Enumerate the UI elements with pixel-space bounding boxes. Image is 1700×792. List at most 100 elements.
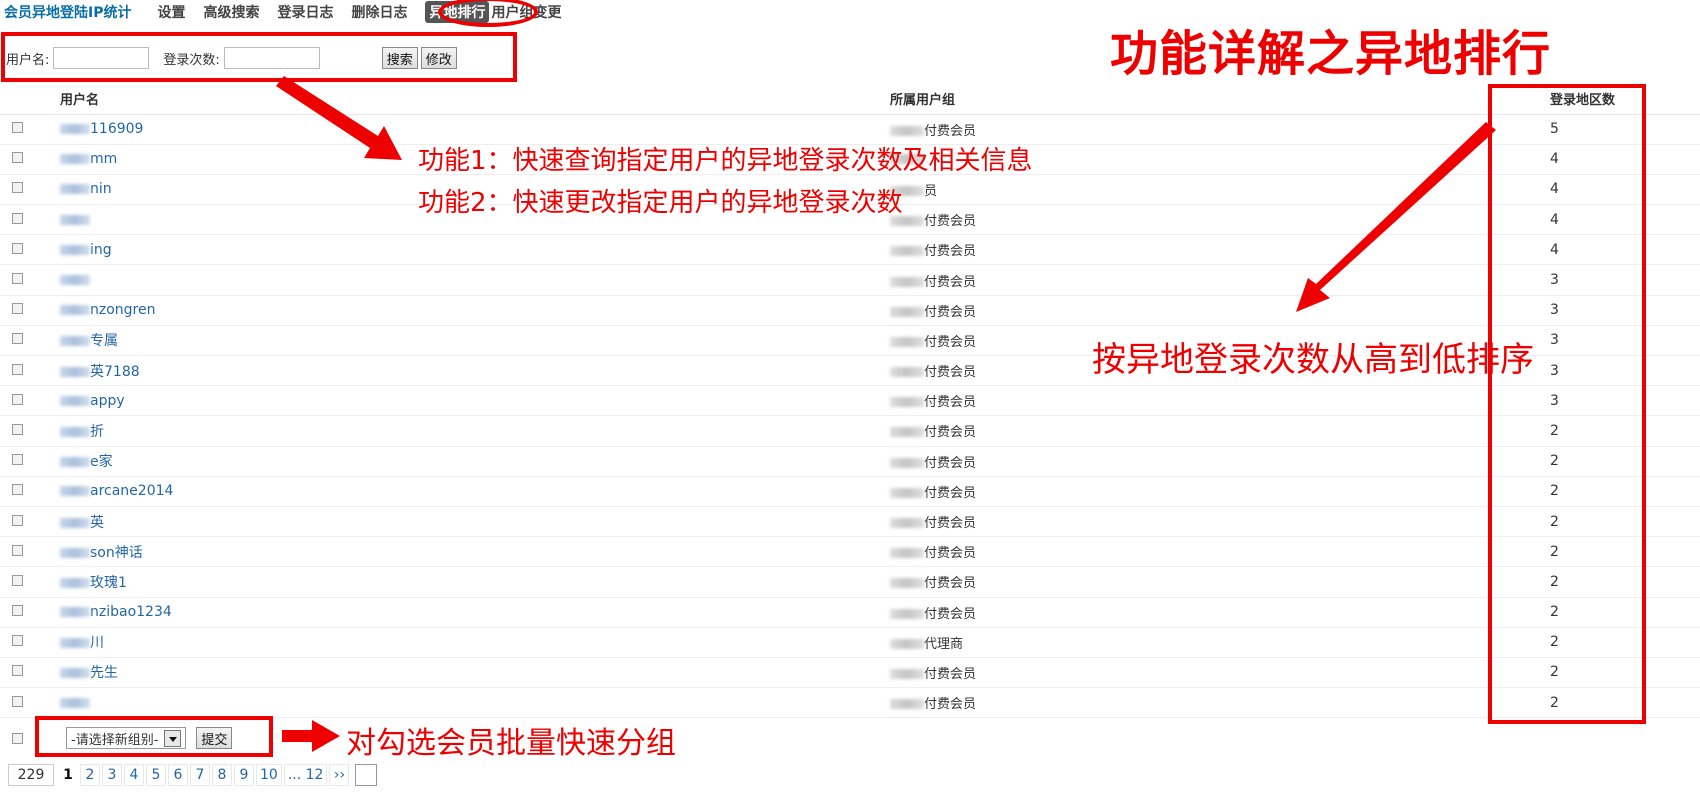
table-row: 川 代理商 2 (0, 627, 1700, 658)
username-link[interactable]: 川 (90, 635, 104, 651)
app-title[interactable]: 会员异地登陆IP统计 (4, 2, 131, 22)
username-link[interactable]: arcane2014 (90, 483, 173, 499)
username-link[interactable]: appy (90, 393, 125, 409)
row-checkbox[interactable] (12, 695, 23, 707)
username-link[interactable]: nin (90, 181, 112, 197)
user-group: 付费会员 (924, 274, 977, 290)
user-group: 付费会员 (924, 304, 977, 320)
new-group-select-value: -请选择新组别- (71, 732, 159, 748)
redacted-group-blur (890, 608, 924, 619)
search-button[interactable]: 搜索 (381, 47, 418, 69)
redacted-username-blur (60, 395, 90, 406)
username-link[interactable]: 英7188 (90, 364, 140, 380)
region-count: 2 (1520, 566, 1700, 598)
username-link[interactable]: 英 (90, 515, 104, 531)
table-row: 折 付费会员 2 (0, 415, 1700, 447)
username-input[interactable] (53, 47, 150, 69)
dropdown-arrow-icon[interactable] (164, 729, 182, 747)
username-link[interactable]: nzongren (90, 302, 155, 318)
username-link[interactable]: nzibao1234 (90, 604, 172, 620)
redacted-group-blur (890, 306, 924, 317)
row-checkbox[interactable] (12, 212, 23, 224)
table-row: nzibao1234 付费会员 2 (0, 597, 1700, 628)
redacted-username-blur (60, 668, 90, 679)
region-count: 2 (1520, 415, 1700, 447)
row-checkbox[interactable] (12, 423, 23, 435)
user-group: 付费会员 (924, 666, 977, 682)
login-count-input[interactable] (223, 47, 320, 69)
redacted-group-blur (890, 125, 924, 136)
page-link[interactable]: 2 (80, 764, 100, 786)
redacted-group-blur (890, 457, 924, 468)
username-link[interactable]: 专属 (90, 333, 118, 349)
nav-group-change[interactable]: 用户组变更 (491, 2, 561, 22)
row-checkbox[interactable] (12, 182, 23, 194)
redacted-group-blur (890, 668, 924, 679)
row-checkbox[interactable] (12, 363, 23, 375)
username-link[interactable]: 先生 (90, 665, 118, 681)
row-checkbox[interactable] (12, 605, 23, 617)
row-checkbox[interactable] (12, 333, 23, 345)
username-link[interactable]: ing (90, 242, 112, 258)
page-link[interactable]: 8 (212, 764, 232, 786)
header-region-count: 登录地区数 (1520, 83, 1700, 115)
redacted-group-blur (890, 276, 924, 287)
annotation-sort-note: 按异地登录次数从高到低排序 (1092, 340, 1534, 380)
row-checkbox[interactable] (12, 635, 23, 647)
table-row: 玫瑰1 付费会员 2 (0, 566, 1700, 598)
redacted-username-blur (60, 154, 90, 165)
username-link[interactable]: 玫瑰1 (90, 575, 127, 591)
region-count: 2 (1520, 506, 1700, 538)
row-checkbox[interactable] (12, 152, 23, 164)
nav-delete-log[interactable]: 删除日志 (351, 2, 407, 22)
row-checkbox[interactable] (12, 665, 23, 677)
table-row: ing 付费会员 4 (0, 234, 1700, 266)
nav-remote-ranking[interactable]: 异地排行 (425, 1, 490, 23)
new-group-select[interactable]: -请选择新组别- (66, 727, 187, 749)
user-group: 付费会员 (924, 334, 977, 350)
row-checkbox[interactable] (12, 393, 23, 405)
page-link[interactable]: 10 (256, 764, 282, 786)
submit-button[interactable]: 提交 (196, 727, 233, 749)
row-checkbox[interactable] (12, 122, 23, 134)
row-checkbox[interactable] (12, 273, 23, 285)
row-checkbox[interactable] (12, 454, 23, 466)
page-link[interactable]: 4 (124, 764, 144, 786)
row-checkbox[interactable] (12, 514, 23, 526)
region-count: 2 (1520, 476, 1700, 507)
edit-button[interactable]: 修改 (420, 47, 457, 69)
nav-settings[interactable]: 设置 (157, 2, 185, 22)
username-link[interactable]: 116909 (90, 121, 143, 137)
username-link[interactable]: 折 (90, 424, 104, 440)
user-group: 付费会员 (924, 425, 977, 441)
nav-advanced-search[interactable]: 高级搜索 (203, 2, 259, 22)
header-group: 所属用户组 (890, 83, 1520, 115)
page-link[interactable]: 3 (102, 764, 122, 786)
row-checkbox[interactable] (12, 484, 23, 496)
table-row: 英 付费会员 2 (0, 506, 1700, 538)
page-link[interactable]: ... 12 (283, 764, 328, 786)
page-jump-input[interactable] (355, 764, 378, 786)
row-checkbox[interactable] (12, 574, 23, 586)
page-link[interactable]: 5 (146, 764, 166, 786)
total-count: 229 (8, 764, 54, 786)
username-link[interactable]: son神话 (90, 545, 143, 561)
region-count: 2 (1520, 597, 1700, 628)
page-links: 2 3 4 5 6 7 8 9 10... 12 ›› (80, 764, 351, 786)
user-group: 付费会员 (924, 455, 977, 471)
row-checkbox[interactable] (12, 242, 23, 254)
row-checkbox[interactable] (12, 303, 23, 315)
nav-login-log[interactable]: 登录日志 (277, 2, 333, 22)
username-link[interactable]: mm (90, 151, 117, 167)
page-link[interactable]: 7 (190, 764, 210, 786)
page-link[interactable]: 9 (234, 764, 254, 786)
region-count: 3 (1520, 325, 1700, 357)
page-link[interactable]: ›› (329, 764, 350, 786)
page-link[interactable]: 6 (168, 764, 188, 786)
select-all-checkbox[interactable] (12, 732, 23, 744)
row-checkbox[interactable] (12, 544, 23, 556)
region-count: 3 (1520, 264, 1700, 296)
region-count: 4 (1520, 204, 1700, 236)
redacted-group-blur (890, 518, 924, 529)
username-link[interactable]: e家 (90, 454, 113, 470)
